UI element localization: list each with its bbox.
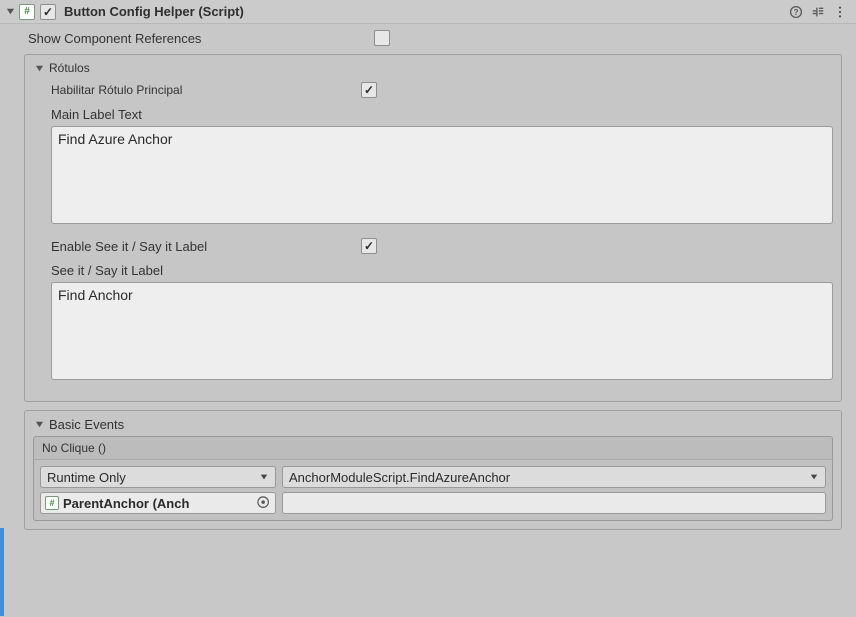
triangle-down-icon bbox=[35, 64, 44, 73]
events-foldout[interactable] bbox=[33, 419, 45, 431]
script-icon: # bbox=[45, 496, 59, 510]
target-object-value: ParentAnchor (Anch bbox=[63, 496, 255, 511]
main-text-input[interactable] bbox=[51, 126, 833, 224]
events-box-title: Basic Events bbox=[49, 417, 124, 432]
target-object-field[interactable]: # ParentAnchor (Anch bbox=[40, 492, 276, 514]
function-dropdown[interactable]: AnchorModuleScript.FindAzureAnchor bbox=[282, 466, 826, 488]
show-refs-checkbox[interactable] bbox=[374, 30, 390, 46]
enable-main-checkbox[interactable] bbox=[361, 82, 377, 98]
triangle-down-icon bbox=[6, 7, 15, 16]
events-box: Basic Events No Clique () Runtime Only A… bbox=[24, 410, 842, 530]
triangle-down-icon bbox=[35, 420, 44, 429]
show-refs-row: Show Component References bbox=[0, 28, 856, 48]
show-refs-label: Show Component References bbox=[28, 31, 372, 46]
component-header: # Button Config Helper (Script) ? bbox=[0, 0, 856, 24]
component-title: Button Config Helper (Script) bbox=[64, 4, 788, 19]
labels-box-title: Rótulos bbox=[49, 61, 90, 75]
event-entry: Runtime Only AnchorModuleScript.FindAzur… bbox=[33, 459, 833, 521]
event-name: No Clique () bbox=[33, 436, 833, 459]
runtime-mode-dropdown[interactable]: Runtime Only bbox=[40, 466, 276, 488]
component-enabled-checkbox[interactable] bbox=[40, 4, 56, 20]
chevron-down-icon bbox=[809, 473, 819, 481]
seeit-label: See it / Say it Label bbox=[33, 263, 833, 278]
function-value: AnchorModuleScript.FindAzureAnchor bbox=[289, 470, 809, 485]
preset-icon[interactable] bbox=[810, 4, 826, 20]
enable-seeit-label: Enable See it / Say it Label bbox=[51, 239, 359, 254]
runtime-mode-value: Runtime Only bbox=[47, 470, 259, 485]
menu-icon[interactable] bbox=[832, 4, 848, 20]
script-icon: # bbox=[19, 4, 35, 20]
svg-text:?: ? bbox=[794, 8, 799, 17]
enable-main-label: Habilitar Rótulo Principal bbox=[51, 83, 359, 97]
help-icon[interactable]: ? bbox=[788, 4, 804, 20]
chevron-down-icon bbox=[259, 473, 269, 481]
main-text-label: Main Label Text bbox=[33, 107, 833, 122]
seeit-text-input[interactable] bbox=[51, 282, 833, 380]
selection-indicator bbox=[0, 528, 4, 616]
foldout-toggle[interactable] bbox=[4, 6, 16, 18]
string-arg-field[interactable] bbox=[282, 492, 826, 514]
labels-box: Rótulos Habilitar Rótulo Principal Main … bbox=[24, 54, 842, 402]
labels-foldout[interactable] bbox=[33, 62, 45, 74]
object-picker-icon[interactable] bbox=[255, 494, 273, 512]
enable-seeit-checkbox[interactable] bbox=[361, 238, 377, 254]
